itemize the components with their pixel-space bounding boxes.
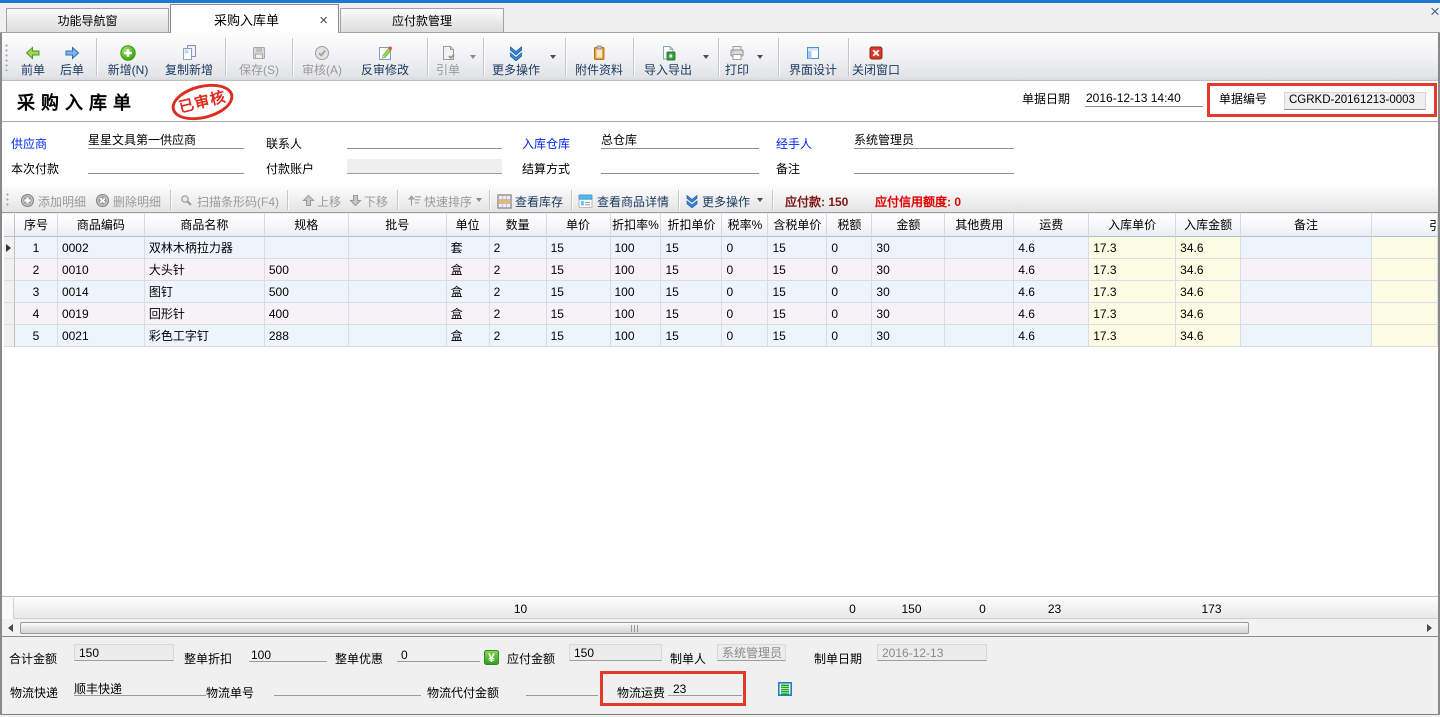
svg-text:¥: ¥ (488, 651, 495, 665)
